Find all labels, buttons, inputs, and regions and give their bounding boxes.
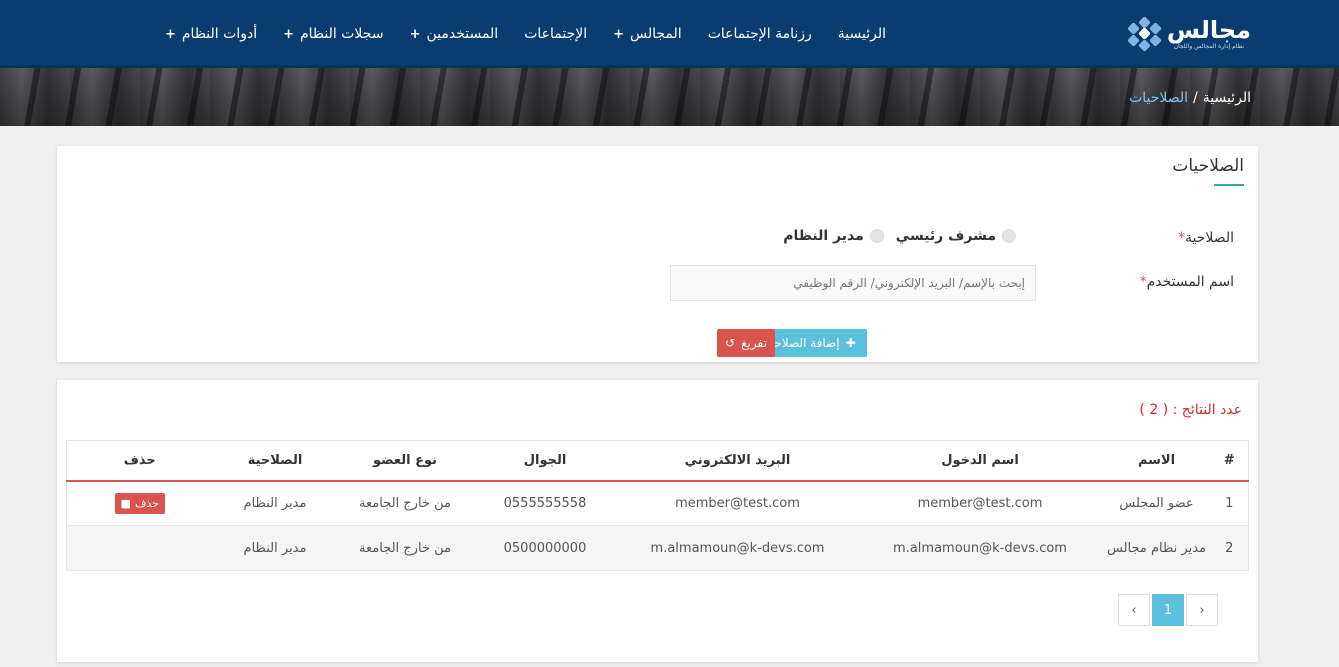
plus-icon: ✚: [845, 336, 856, 350]
cell-delete: [66, 525, 213, 571]
plus-icon: +: [283, 26, 294, 42]
cell-email: member@test.com: [617, 480, 858, 526]
pagination-page-1[interactable]: 1: [1152, 594, 1184, 626]
logo-emblem-icon: [1127, 16, 1162, 52]
cell-name: مدير نظام مجالس: [1102, 525, 1211, 571]
col-header-member-type: نوع العضو: [337, 440, 473, 482]
cell-login: member@test.com: [857, 480, 1103, 526]
col-header-mobile: الجوال: [472, 440, 618, 482]
radio-system-admin[interactable]: [869, 229, 884, 243]
nav-item-label: أدوات النظام: [181, 26, 258, 42]
permission-field-label: الصلاحية*: [1178, 230, 1234, 246]
cell-permission: مدير النظام: [212, 480, 338, 526]
permissions-form-panel: الصلاحيات الصلاحية* مشرف رئيسي مدير النظ…: [57, 146, 1258, 362]
trash-icon: ■: [120, 496, 131, 510]
nav-item-users[interactable]: المستخدمين +: [397, 0, 512, 68]
required-mark: *: [1177, 230, 1185, 246]
nav-item-system-tools[interactable]: أدوات النظام +: [152, 0, 270, 68]
nav-item-label: المستخدمين: [426, 26, 499, 42]
undo-icon: ↺: [725, 336, 736, 350]
plus-icon: +: [164, 26, 176, 42]
nav-item-label: الإجتماعات: [524, 26, 588, 42]
cell-name: عضو المجلس: [1102, 480, 1211, 526]
results-count: عدد النتائج : ( 2 ): [1139, 402, 1242, 418]
app-logo[interactable]: مجالس نظام إدارة المجالس واللجان: [1127, 12, 1251, 56]
col-header-email: البريد الالكتروني: [617, 440, 858, 482]
username-label-text: اسم المستخدم: [1146, 274, 1234, 290]
breadcrumb: الرئيسية / الصلاحيات: [1129, 90, 1251, 106]
col-header-delete: حذف: [66, 440, 213, 482]
top-navbar: مجالس نظام إدارة المجالس واللجان الرئيسي…: [0, 0, 1339, 68]
breadcrumb-home-link[interactable]: الرئيسية: [1203, 90, 1251, 106]
delete-button[interactable]: حذف ■: [114, 492, 165, 514]
logo-subtitle: نظام إدارة المجالس واللجان: [1173, 43, 1245, 50]
cell-email: m.almamoun@k-devs.com: [617, 525, 858, 571]
permission-label-text: الصلاحية: [1184, 230, 1234, 246]
pagination-next-button[interactable]: ›: [1186, 594, 1218, 626]
nav-item-label: الرئيسية: [837, 26, 886, 42]
table-header-row: # الاسم اسم الدخول البريد الالكتروني الج…: [66, 440, 1249, 482]
clear-label: تفريغ: [741, 336, 767, 350]
nav-item-meetings-calendar[interactable]: رزنامة الإجتماعات: [695, 0, 825, 68]
clear-button[interactable]: تفريغ ↺: [717, 329, 775, 357]
radio-system-admin-label: مدير النظام: [783, 228, 864, 244]
logo-text: مجالس نظام إدارة المجالس واللجان: [1167, 17, 1251, 51]
delete-label: حذف: [134, 496, 159, 510]
username-field-label: اسم المستخدم*: [1140, 274, 1234, 290]
table-row: 2 مدير نظام مجالس m.almamoun@k-devs.com …: [66, 525, 1249, 571]
table-row: 1 عضو المجلس member@test.com member@test…: [66, 480, 1249, 526]
cell-mobile: 0500000000: [472, 525, 618, 571]
results-panel: عدد النتائج : ( 2 ) # الاسم اسم الدخول ا…: [57, 380, 1258, 662]
logo-word: مجالس: [1166, 16, 1251, 44]
plus-icon: +: [613, 26, 625, 42]
col-header-login: اسم الدخول: [857, 440, 1103, 482]
nav-item-label: سجلات النظام: [300, 26, 384, 42]
nav-item-label: رزنامة الإجتماعات: [707, 26, 812, 42]
cell-delete: حذف ■: [66, 480, 213, 526]
cell-index: 2: [1210, 525, 1249, 571]
permissions-table: # الاسم اسم الدخول البريد الالكتروني الج…: [66, 440, 1249, 571]
col-header-permission: الصلاحية: [212, 440, 338, 482]
breadcrumb-current[interactable]: الصلاحيات: [1129, 90, 1188, 106]
cell-index: 1: [1210, 480, 1249, 526]
main-nav: الرئيسية رزنامة الإجتماعات المجالس + الإج…: [152, 0, 899, 68]
title-underline: [1214, 184, 1244, 186]
breadcrumb-separator: /: [1193, 90, 1198, 106]
nav-item-councils[interactable]: المجالس +: [600, 0, 695, 68]
col-header-name: الاسم: [1102, 440, 1211, 482]
nav-item-home[interactable]: الرئيسية: [825, 0, 899, 68]
page-title: الصلاحيات: [1172, 156, 1244, 176]
cell-login: m.almamoun@k-devs.com: [857, 525, 1103, 571]
nav-item-system-logs[interactable]: سجلات النظام +: [270, 0, 396, 68]
cell-member-type: من خارج الجامعة: [337, 525, 473, 571]
add-permission-label: إضافة الصلاحية: [764, 336, 840, 350]
nav-item-meetings[interactable]: الإجتماعات: [511, 0, 600, 68]
radio-super-admin[interactable]: [1002, 229, 1016, 243]
permission-radio-group: مشرف رئيسي مدير النظام: [783, 228, 1016, 244]
pagination-prev-button[interactable]: ‹: [1118, 594, 1150, 626]
pagination: ‹ 1 ›: [1118, 594, 1218, 626]
cell-permission: مدير النظام: [212, 525, 338, 571]
user-search-input[interactable]: [670, 265, 1036, 301]
col-header-index: #: [1210, 440, 1249, 482]
radio-super-admin-label: مشرف رئيسي: [895, 228, 996, 244]
nav-item-label: المجالس: [630, 26, 682, 42]
required-mark: *: [1139, 274, 1147, 290]
cell-member-type: من خارج الجامعة: [337, 480, 473, 526]
plus-icon: +: [409, 26, 421, 42]
cell-mobile: 0555555558: [472, 480, 618, 526]
